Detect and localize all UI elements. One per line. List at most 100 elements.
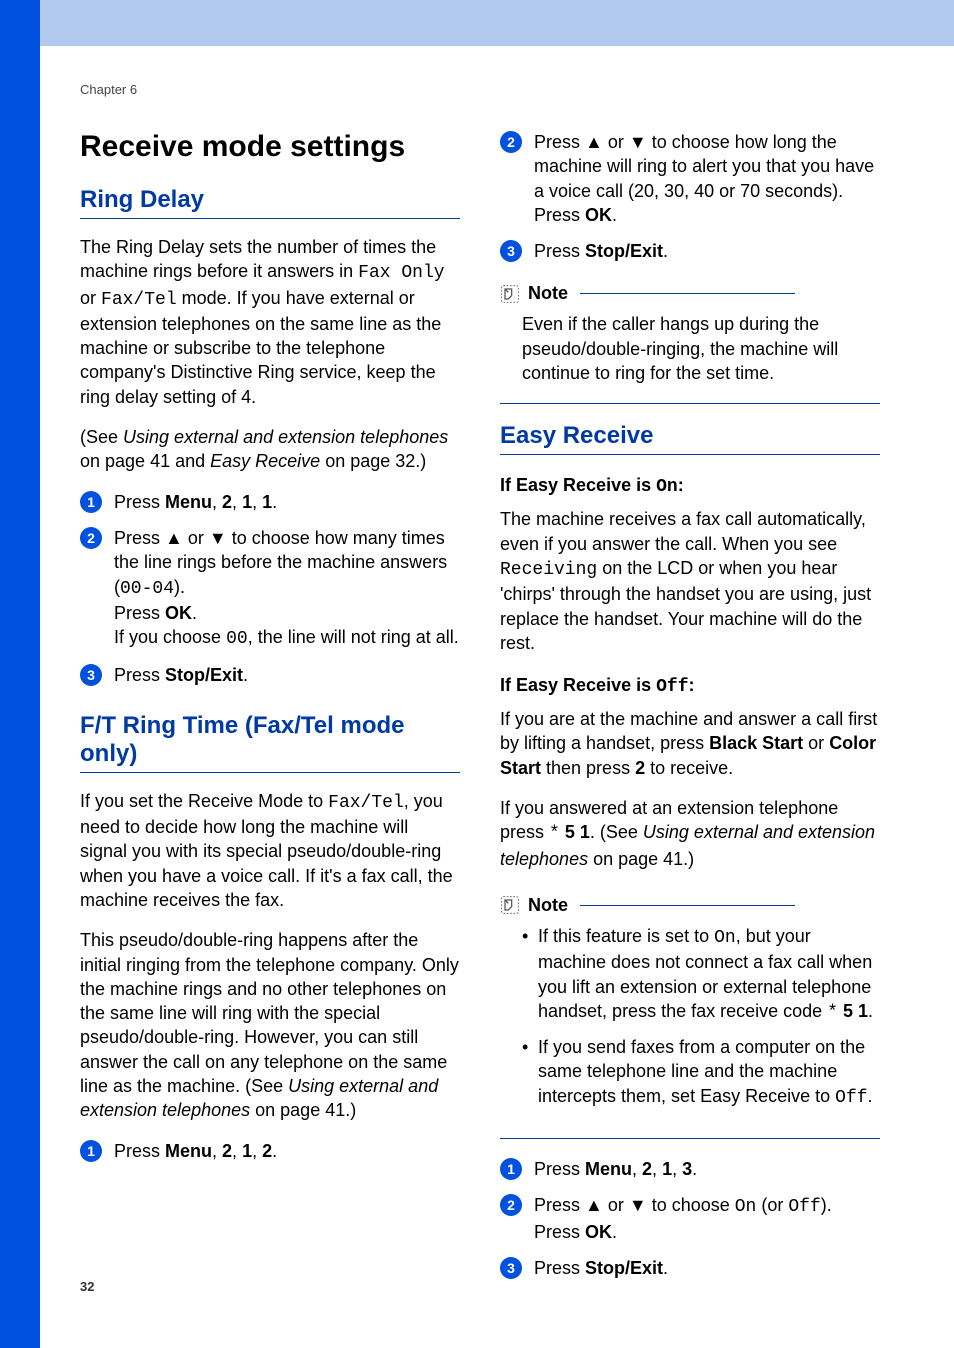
key-3: 3 [682, 1159, 692, 1179]
text: : [678, 475, 684, 495]
text: . [663, 1258, 668, 1278]
text: If Easy Receive is [500, 475, 656, 495]
text: Press [534, 1159, 585, 1179]
mono-text: * [827, 1003, 838, 1023]
step-3-easy: 3 Press Stop/Exit. [500, 1256, 880, 1280]
h2-easy-receive: Easy Receive [500, 422, 880, 455]
text: or [80, 288, 101, 308]
text: If you set the Receive Mode to [80, 791, 328, 811]
text: to receive. [645, 758, 733, 778]
page: Chapter 6 Receive mode settings Ring Del… [0, 0, 954, 1348]
text: . [868, 1001, 873, 1021]
step-2-easy: 2 Press ▲ or ▼ to choose On (or Off). Pr… [500, 1193, 880, 1244]
text: Press [114, 665, 165, 685]
text: . [868, 1086, 873, 1106]
note-rule [580, 905, 795, 906]
page-number: 32 [80, 1279, 94, 1294]
key-ok: OK [165, 603, 192, 623]
text: , [672, 1159, 682, 1179]
step-number-3: 3 [500, 1257, 522, 1279]
mono-text: Off [788, 1197, 820, 1217]
note-heading: Note [500, 283, 880, 304]
text: , [252, 1141, 262, 1161]
text: . [663, 241, 668, 261]
text: or [603, 132, 629, 152]
key-menu: Menu [165, 492, 212, 512]
text: . [612, 205, 617, 225]
text: (or [756, 1195, 788, 1215]
blue-spine [0, 0, 40, 1348]
down-icon: ▼ [209, 528, 227, 548]
para-easy-off-2: If you answered at an extension telephon… [500, 796, 880, 871]
text: on page 41.) [250, 1100, 356, 1120]
step-number-1: 1 [80, 491, 102, 513]
para-see-refs: (See Using external and extension teleph… [80, 425, 460, 474]
text: or [603, 1195, 629, 1215]
step-number-2: 2 [500, 131, 522, 153]
text: . [243, 665, 248, 685]
key-stop-exit: Stop/Exit [585, 1258, 663, 1278]
content-columns: Receive mode settings Ring Delay The Rin… [80, 130, 880, 1292]
text: . [612, 1222, 617, 1242]
up-icon: ▲ [165, 528, 183, 548]
mono-text: Off [835, 1088, 867, 1108]
step-body: Press Menu, 2, 1, 2. [114, 1139, 460, 1163]
text: Press [534, 1258, 585, 1278]
mono-text: Fax Only [358, 263, 444, 283]
key-51: 5 1 [838, 1001, 868, 1021]
h2-ft-ring-time: F/T Ring Time (Fax/Tel mode only) [80, 712, 460, 773]
text: or [183, 528, 209, 548]
step-3: 3 Press Stop/Exit. [80, 663, 460, 687]
sub-easy-off: If Easy Receive is Off: [500, 675, 880, 697]
key-2: 2 [635, 758, 645, 778]
para-easy-off-1: If you are at the machine and answer a c… [500, 707, 880, 780]
right-column: 2 Press ▲ or ▼ to choose how long the ma… [500, 130, 880, 1292]
mono-text: 00-04 [120, 579, 174, 599]
left-column: Receive mode settings Ring Delay The Rin… [80, 130, 460, 1292]
ref-link: Using external and extension telephones [123, 427, 448, 447]
key-2: 2 [222, 492, 232, 512]
note-icon [500, 895, 520, 915]
up-icon: ▲ [585, 1195, 603, 1215]
mono-text: On [735, 1197, 757, 1217]
header-bar [0, 0, 954, 46]
note2-list: If this feature is set to On, but your m… [522, 924, 880, 1120]
key-ok: OK [585, 205, 612, 225]
text: ). [821, 1195, 832, 1215]
note-icon [500, 284, 520, 304]
para-ft-intro: If you set the Receive Mode to Fax/Tel, … [80, 789, 460, 912]
text: If you send faxes from a computer on the… [538, 1037, 865, 1106]
key-2: 2 [262, 1141, 272, 1161]
h1-receive-mode: Receive mode settings [80, 130, 460, 164]
text: Press [114, 492, 165, 512]
text: , [232, 492, 242, 512]
text: . [272, 1141, 277, 1161]
note-title: Note [528, 895, 568, 916]
key-1: 1 [242, 492, 252, 512]
key-stop-exit: Stop/Exit [165, 665, 243, 685]
text: This pseudo/double-ring happens after th… [80, 930, 459, 1096]
text: . [692, 1159, 697, 1179]
note2-heading: Note [500, 895, 880, 916]
key-black-start: Black Start [709, 733, 803, 753]
text: Press [114, 528, 165, 548]
step-number-1: 1 [80, 1140, 102, 1162]
para-easy-on: The machine receives a fax call automati… [500, 507, 880, 655]
down-icon: ▼ [629, 1195, 647, 1215]
key-1: 1 [262, 492, 272, 512]
note2-divider [500, 1138, 880, 1139]
chapter-label: Chapter 6 [80, 82, 137, 97]
key-51: 5 1 [560, 822, 590, 842]
text: , the line will not ring at all. [248, 627, 459, 647]
step-number-1: 1 [500, 1158, 522, 1180]
para-ring-delay-intro: The Ring Delay sets the number of times … [80, 235, 460, 409]
note2-item-1: If this feature is set to On, but your m… [522, 924, 880, 1025]
down-icon: ▼ [629, 132, 647, 152]
step-number-2: 2 [500, 1194, 522, 1216]
text: Press [534, 241, 585, 261]
text: If Easy Receive is [500, 675, 656, 695]
key-menu: Menu [585, 1159, 632, 1179]
note-divider [500, 403, 880, 404]
mono-text: On [714, 928, 736, 948]
text: Press [534, 132, 585, 152]
